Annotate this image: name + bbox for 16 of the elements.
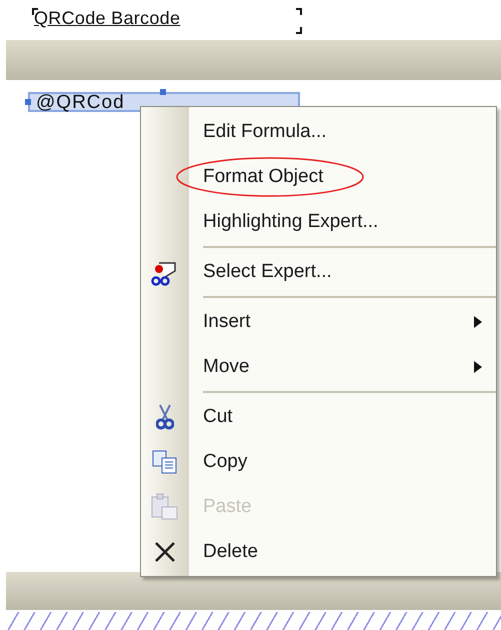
menu-item[interactable]: Insert — [189, 299, 496, 344]
paste-icon — [150, 492, 180, 520]
menu-item[interactable]: Highlighting Expert... — [189, 199, 496, 244]
menu-item[interactable]: Delete — [189, 529, 496, 574]
menu-item[interactable]: Edit Formula... — [189, 109, 496, 154]
copy-icon — [151, 448, 179, 474]
menu-item[interactable]: Format Object — [189, 154, 496, 199]
menu-item[interactable]: Select Expert... — [189, 249, 496, 294]
header-field[interactable]: QRCode Barcode — [32, 8, 302, 34]
submenu-arrow-icon — [474, 360, 482, 372]
menu-item[interactable]: Copy — [189, 439, 496, 484]
menu-item[interactable]: Cut — [189, 394, 496, 439]
submenu-arrow-icon — [474, 316, 482, 328]
delete-icon — [154, 540, 176, 562]
scissors-icon — [156, 402, 174, 430]
menu-item[interactable]: Move — [189, 344, 496, 389]
